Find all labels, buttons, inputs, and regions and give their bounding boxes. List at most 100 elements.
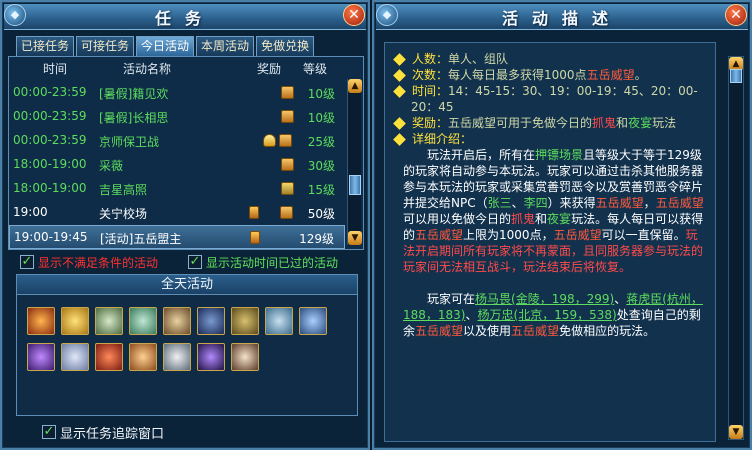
prestige-term: 五岳威望 bbox=[511, 324, 560, 338]
npc-link-yang-mawei[interactable]: 杨马畏(金陵，198，299) bbox=[475, 292, 614, 306]
activity-icon-purple-demon[interactable] bbox=[27, 343, 55, 371]
show-tracker-checkbox[interactable]: ✓ 显示任务追踪窗口 bbox=[42, 424, 164, 442]
header-name: 活动名称 bbox=[123, 62, 172, 76]
tab-available-tasks[interactable]: 可接任务 bbox=[76, 36, 135, 56]
description-scrollbar[interactable]: ▲ ▼ bbox=[728, 56, 744, 440]
checkmark-icon[interactable]: ✓ bbox=[42, 425, 56, 439]
p2-text: 、 bbox=[614, 292, 627, 306]
scrollbar-thumb[interactable] bbox=[730, 69, 742, 83]
times-label: 次数： bbox=[412, 68, 449, 82]
time-value-cont: 20：45 bbox=[411, 100, 454, 114]
task-panel: 任务 ◆ ✕ 已接任务 可接任务 今日活动 本周活动 免做兑换 时间 活动名称 … bbox=[0, 0, 370, 450]
row-time: 19:00 bbox=[13, 205, 48, 219]
people-value: 单人、组队 bbox=[448, 52, 509, 66]
detail-paragraph-2: 玩家可在杨马畏(金陵，198，299)、蒋虎臣(杭州，188，183)、杨万忠(… bbox=[403, 291, 709, 339]
p2-text: 以及使用 bbox=[463, 324, 512, 338]
prestige-term: 五岳威望 bbox=[415, 324, 464, 338]
header-time: 时间 bbox=[43, 62, 68, 76]
activity-table-header: 时间 活动名称 奖励 等级 bbox=[9, 57, 345, 77]
table-row[interactable]: 18:00-19:00 采薇 30级 bbox=[9, 153, 345, 177]
row-time: 00:00-23:59 bbox=[13, 133, 87, 147]
arrow-down-icon[interactable]: ▼ bbox=[729, 425, 743, 439]
reward-scroll-icon bbox=[281, 110, 294, 123]
detail-line: 详细介绍： bbox=[393, 131, 709, 147]
tab-accepted-tasks[interactable]: 已接任务 bbox=[16, 36, 75, 56]
row-name: 采薇 bbox=[99, 159, 124, 173]
activity-icon-white-wing[interactable] bbox=[163, 343, 191, 371]
activity-icon-night-city[interactable] bbox=[197, 307, 225, 335]
task-panel-title: 任务 bbox=[154, 8, 215, 28]
close-task-panel-button[interactable]: ✕ bbox=[343, 4, 365, 26]
activity-icon-portrait-lady[interactable] bbox=[129, 307, 157, 335]
activity-icon-portrait-monk[interactable] bbox=[265, 307, 293, 335]
reward-icons bbox=[281, 86, 294, 99]
description-content: 人数：单人、组队 次数：每人每日最多获得1000点五岳威望。 时间：14：45-… bbox=[384, 42, 716, 442]
table-row[interactable]: 00:00-23:59 [暑假]籍见欢 10级 bbox=[9, 81, 345, 105]
activity-description-panel: 活动描述 ◆ ✕ 人数：单人、组队 次数：每人每日最多获得1000点五岳威望。 … bbox=[372, 0, 752, 450]
time-label: 时间： bbox=[412, 84, 449, 98]
p2-text: 玩家可在 bbox=[427, 292, 476, 306]
activity-icon-portrait-woman[interactable] bbox=[231, 343, 259, 371]
p1-text: ）来获得 bbox=[547, 196, 596, 210]
table-row[interactable]: 00:00-23:59 京师保卫战 25级 bbox=[9, 129, 345, 153]
table-row[interactable]: 18:00-19:00 吉星高照 15级 bbox=[9, 177, 345, 201]
reward-end: 玩法 bbox=[652, 116, 677, 130]
show-unmet-checkbox[interactable]: ✓ 显示不满足条件的活动 bbox=[20, 254, 158, 270]
show-expired-checkbox[interactable]: ✓ 显示活动时间已过的活动 bbox=[188, 254, 338, 270]
description-titlebar: 活动描述 bbox=[376, 4, 748, 30]
table-row[interactable]: 00:00-23:59 [暑假]长相思 10级 bbox=[9, 105, 345, 129]
prestige-term: 五岳威望 bbox=[655, 196, 704, 210]
diamond-bullet-icon bbox=[393, 69, 406, 82]
tab-weekly-activities[interactable]: 本周活动 bbox=[196, 36, 255, 56]
p1-text: 玩法开启后，所有在 bbox=[427, 148, 536, 162]
activity-table: 时间 活动名称 奖励 等级 00:00-23:59 [暑假]籍见欢 10级 00… bbox=[8, 56, 364, 250]
activity-icon-magic-staff[interactable] bbox=[299, 307, 327, 335]
detail-paragraph-1: 玩法开启后，所有在押镖场景且等级大于等于129级的玩家将自动参与本玩法。玩家可以… bbox=[403, 147, 709, 275]
activity-icon-violet-orb[interactable] bbox=[197, 343, 225, 371]
people-line: 人数：单人、组队 bbox=[393, 51, 709, 67]
tab-exemption-exchange[interactable]: 免做兑换 bbox=[256, 36, 315, 56]
activity-icon-golden-beast[interactable] bbox=[61, 307, 89, 335]
p1-text: 上限为1000点， bbox=[463, 228, 554, 242]
prestige-term: 五岳威望 bbox=[553, 228, 602, 242]
activity-icon-portrait-elder[interactable] bbox=[163, 307, 191, 335]
tab-today-activities[interactable]: 今日活动 bbox=[136, 36, 195, 56]
table-row[interactable]: 19:00 关宁校场 50级 bbox=[9, 201, 345, 225]
activity-icon-fire-disc[interactable] bbox=[27, 307, 55, 335]
reward-scroll-icon bbox=[279, 134, 292, 147]
arrow-down-icon[interactable]: ▼ bbox=[348, 231, 362, 245]
diamond-bullet-icon bbox=[393, 53, 406, 66]
time-value: 14：45-15：30、19：00-19：45、20：00- bbox=[448, 84, 698, 98]
reward-line: 奖励：五岳威望可用于免做今日的抓鬼和夜宴玩法 bbox=[393, 115, 709, 131]
activity-icon-bronze-mask[interactable] bbox=[231, 307, 259, 335]
detail-label: 详细介绍： bbox=[412, 132, 473, 146]
reward-icons bbox=[281, 182, 294, 195]
checkmark-icon[interactable]: ✓ bbox=[188, 255, 202, 269]
reward-card-icon bbox=[250, 231, 260, 244]
activity-icon-treasure-chest[interactable] bbox=[95, 343, 123, 371]
npc-lisi: 李四 bbox=[523, 196, 548, 210]
row-name: 关宁校场 bbox=[99, 207, 148, 221]
row-name: 吉星高照 bbox=[99, 183, 148, 197]
escort-scene-term: 押镖场景 bbox=[535, 148, 584, 162]
row-level: 30级 bbox=[307, 159, 335, 173]
activity-scrollbar[interactable]: ▲ ▼ bbox=[347, 79, 362, 245]
table-row-selected[interactable]: 19:00-19:45 [活动]五岳盟主 129级 bbox=[9, 225, 345, 249]
reward-card-icon bbox=[249, 206, 259, 219]
scrollbar-thumb[interactable] bbox=[349, 175, 361, 195]
diamond-bullet-icon bbox=[393, 117, 406, 130]
prestige-term: 五岳威望 bbox=[415, 228, 464, 242]
task-tabs: 已接任务 可接任务 今日活动 本周活动 免做兑换 bbox=[16, 36, 315, 56]
row-level: 10级 bbox=[307, 111, 335, 125]
checkmark-icon[interactable]: ✓ bbox=[20, 255, 34, 269]
activity-icon-portrait-maiden[interactable] bbox=[61, 343, 89, 371]
arrow-up-icon[interactable]: ▲ bbox=[348, 79, 362, 93]
activity-icon-amber-egg[interactable] bbox=[129, 343, 157, 371]
reward-icons bbox=[281, 158, 294, 171]
ghost-hunt-term: 抓鬼 bbox=[592, 116, 617, 130]
night-banquet-term: 夜宴 bbox=[628, 116, 653, 130]
times-value-end: 。 bbox=[634, 68, 647, 82]
close-description-panel-button[interactable]: ✕ bbox=[725, 4, 747, 26]
activity-icon-portrait-warrior[interactable] bbox=[95, 307, 123, 335]
npc-link-yang-wanzhong[interactable]: 杨万忠(北京，159，538) bbox=[478, 308, 617, 322]
